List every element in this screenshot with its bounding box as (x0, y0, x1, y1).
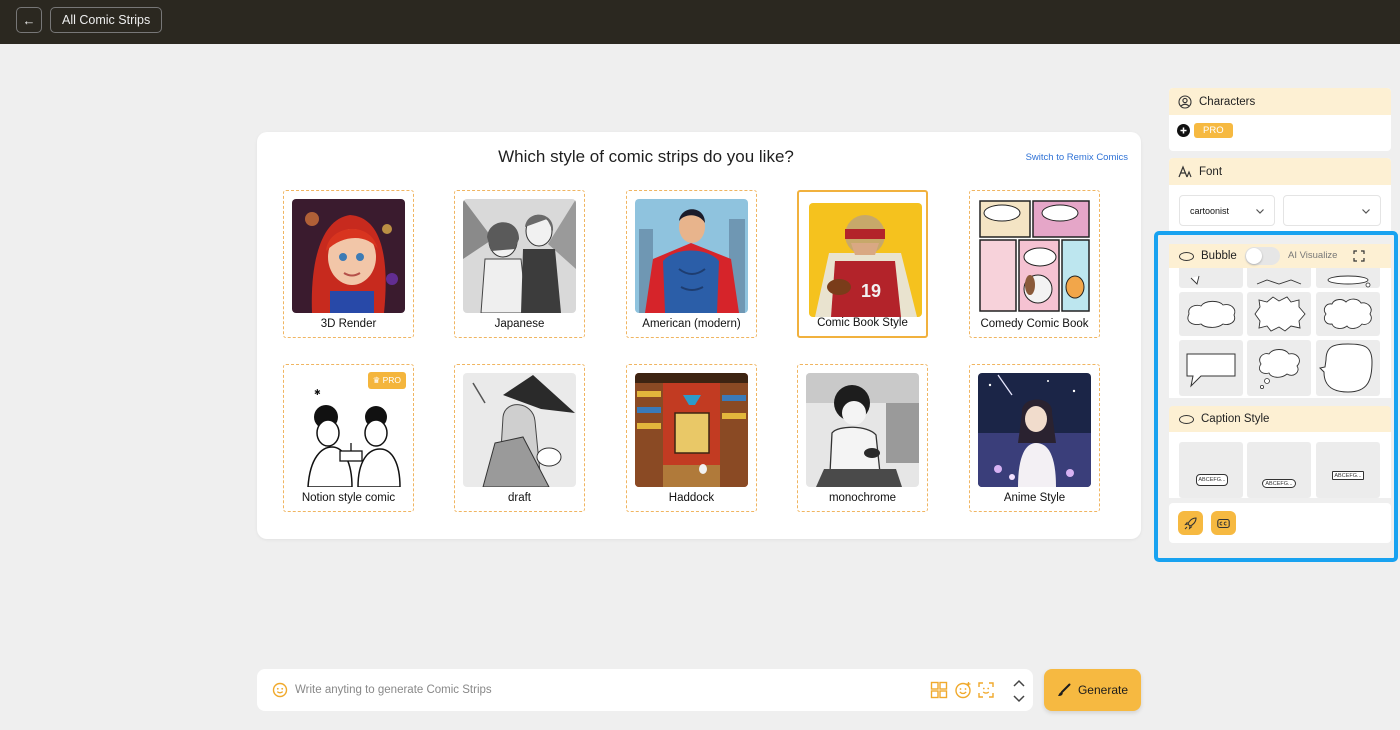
highlight-frame (1154, 231, 1398, 562)
haddock-image (635, 373, 748, 487)
style-label: monochrome (828, 492, 897, 504)
comic-book-style-image: 19 (809, 203, 922, 317)
page-title: Which style of comic strips do you like? (498, 147, 794, 166)
pro-badge: ♛ PRO (367, 372, 406, 389)
anime-style-image (978, 373, 1091, 487)
style-thumbnail (292, 199, 405, 313)
style-thumbnail (635, 199, 748, 313)
user-circle-icon (1178, 94, 1192, 109)
emoji-add-icon[interactable] (954, 681, 972, 699)
style-label: Comic Book Style (817, 317, 908, 329)
style-tile-haddock[interactable]: Haddock (626, 364, 757, 512)
all-comic-strips-button[interactable]: All Comic Strips (50, 7, 163, 33)
chevron-down-icon (1256, 209, 1264, 214)
style-tile-draft[interactable]: draft (454, 364, 585, 512)
notion-style-comic-image: ✱ (292, 373, 405, 487)
style-label: Anime Style (1003, 492, 1066, 504)
draft-image (463, 373, 576, 487)
style-thumbnail (463, 199, 576, 313)
style-tile-japanese[interactable]: Japanese (454, 190, 585, 338)
style-label: American (modern) (642, 318, 741, 330)
style-tile-comedy-comic-book[interactable]: Comedy Comic Book (969, 190, 1100, 338)
style-thumbnail (463, 373, 576, 487)
face-scan-icon[interactable] (977, 681, 995, 699)
style-thumbnail (978, 199, 1091, 313)
switch-to-remix-link[interactable]: Switch to Remix Comics (1026, 152, 1128, 163)
svg-text:✱: ✱ (314, 388, 321, 397)
style-label: Japanese (494, 318, 545, 330)
style-chooser-card: Which style of comic strips do you like?… (257, 132, 1141, 539)
font-size-icon (1178, 164, 1192, 177)
font-header: Font (1169, 158, 1391, 185)
top-bar: ← All Comic Strips (0, 0, 1400, 44)
generate-label: Generate (1077, 683, 1129, 697)
svg-text:19: 19 (861, 281, 881, 301)
style-tile-3d-render[interactable]: 3D Render (283, 190, 414, 338)
crown-icon: ♛ (372, 375, 381, 385)
style-tile-notion-style-comic[interactable]: ✱ ♛ PRO Notion style comic (283, 364, 414, 512)
grid-layout-icon[interactable] (930, 681, 948, 699)
prompt-input[interactable] (295, 679, 875, 701)
chevron-down-icon (1362, 209, 1370, 214)
style-thumbnail (806, 373, 919, 487)
characters-header: Characters (1169, 88, 1391, 115)
american-modern-image (635, 199, 748, 313)
stepper-arrows-icon[interactable] (1011, 678, 1027, 704)
style-label: Notion style comic (301, 492, 396, 504)
style-thumbnail (978, 373, 1091, 487)
generate-button[interactable]: Generate (1044, 669, 1141, 711)
3d-render-image (292, 199, 405, 313)
font-family-select[interactable]: cartoonist (1179, 195, 1275, 226)
style-tile-monochrome[interactable]: monochrome (797, 364, 928, 512)
comedy-comic-book-image (978, 199, 1091, 313)
style-label: 3D Render (320, 318, 377, 330)
japanese-image (463, 199, 576, 313)
style-thumbnail: 19 (809, 203, 922, 317)
monochrome-image (806, 373, 919, 487)
style-thumbnail (635, 373, 748, 487)
prompt-bar (257, 669, 1033, 711)
add-character-icon[interactable] (1177, 124, 1190, 137)
back-button[interactable]: ← (16, 7, 42, 33)
style-tile-anime-style[interactable]: Anime Style (969, 364, 1100, 512)
font-panel: Font cartoonist (1169, 158, 1391, 233)
style-tile-comic-book-style[interactable]: 19 Comic Book Style (797, 190, 928, 338)
font-size-select[interactable] (1283, 195, 1381, 226)
style-tile-american-modern[interactable]: American (modern) (626, 190, 757, 338)
sparkle-smile-icon (272, 682, 288, 698)
style-thumbnail: ✱ (292, 373, 405, 487)
style-label: Comedy Comic Book (980, 318, 1089, 330)
brush-icon (1057, 683, 1071, 696)
arrow-left-icon: ← (22, 12, 36, 28)
characters-panel: Characters PRO (1169, 88, 1391, 151)
style-label: Haddock (668, 492, 715, 504)
style-label: draft (507, 492, 531, 504)
characters-pro-badge: PRO (1194, 123, 1233, 138)
